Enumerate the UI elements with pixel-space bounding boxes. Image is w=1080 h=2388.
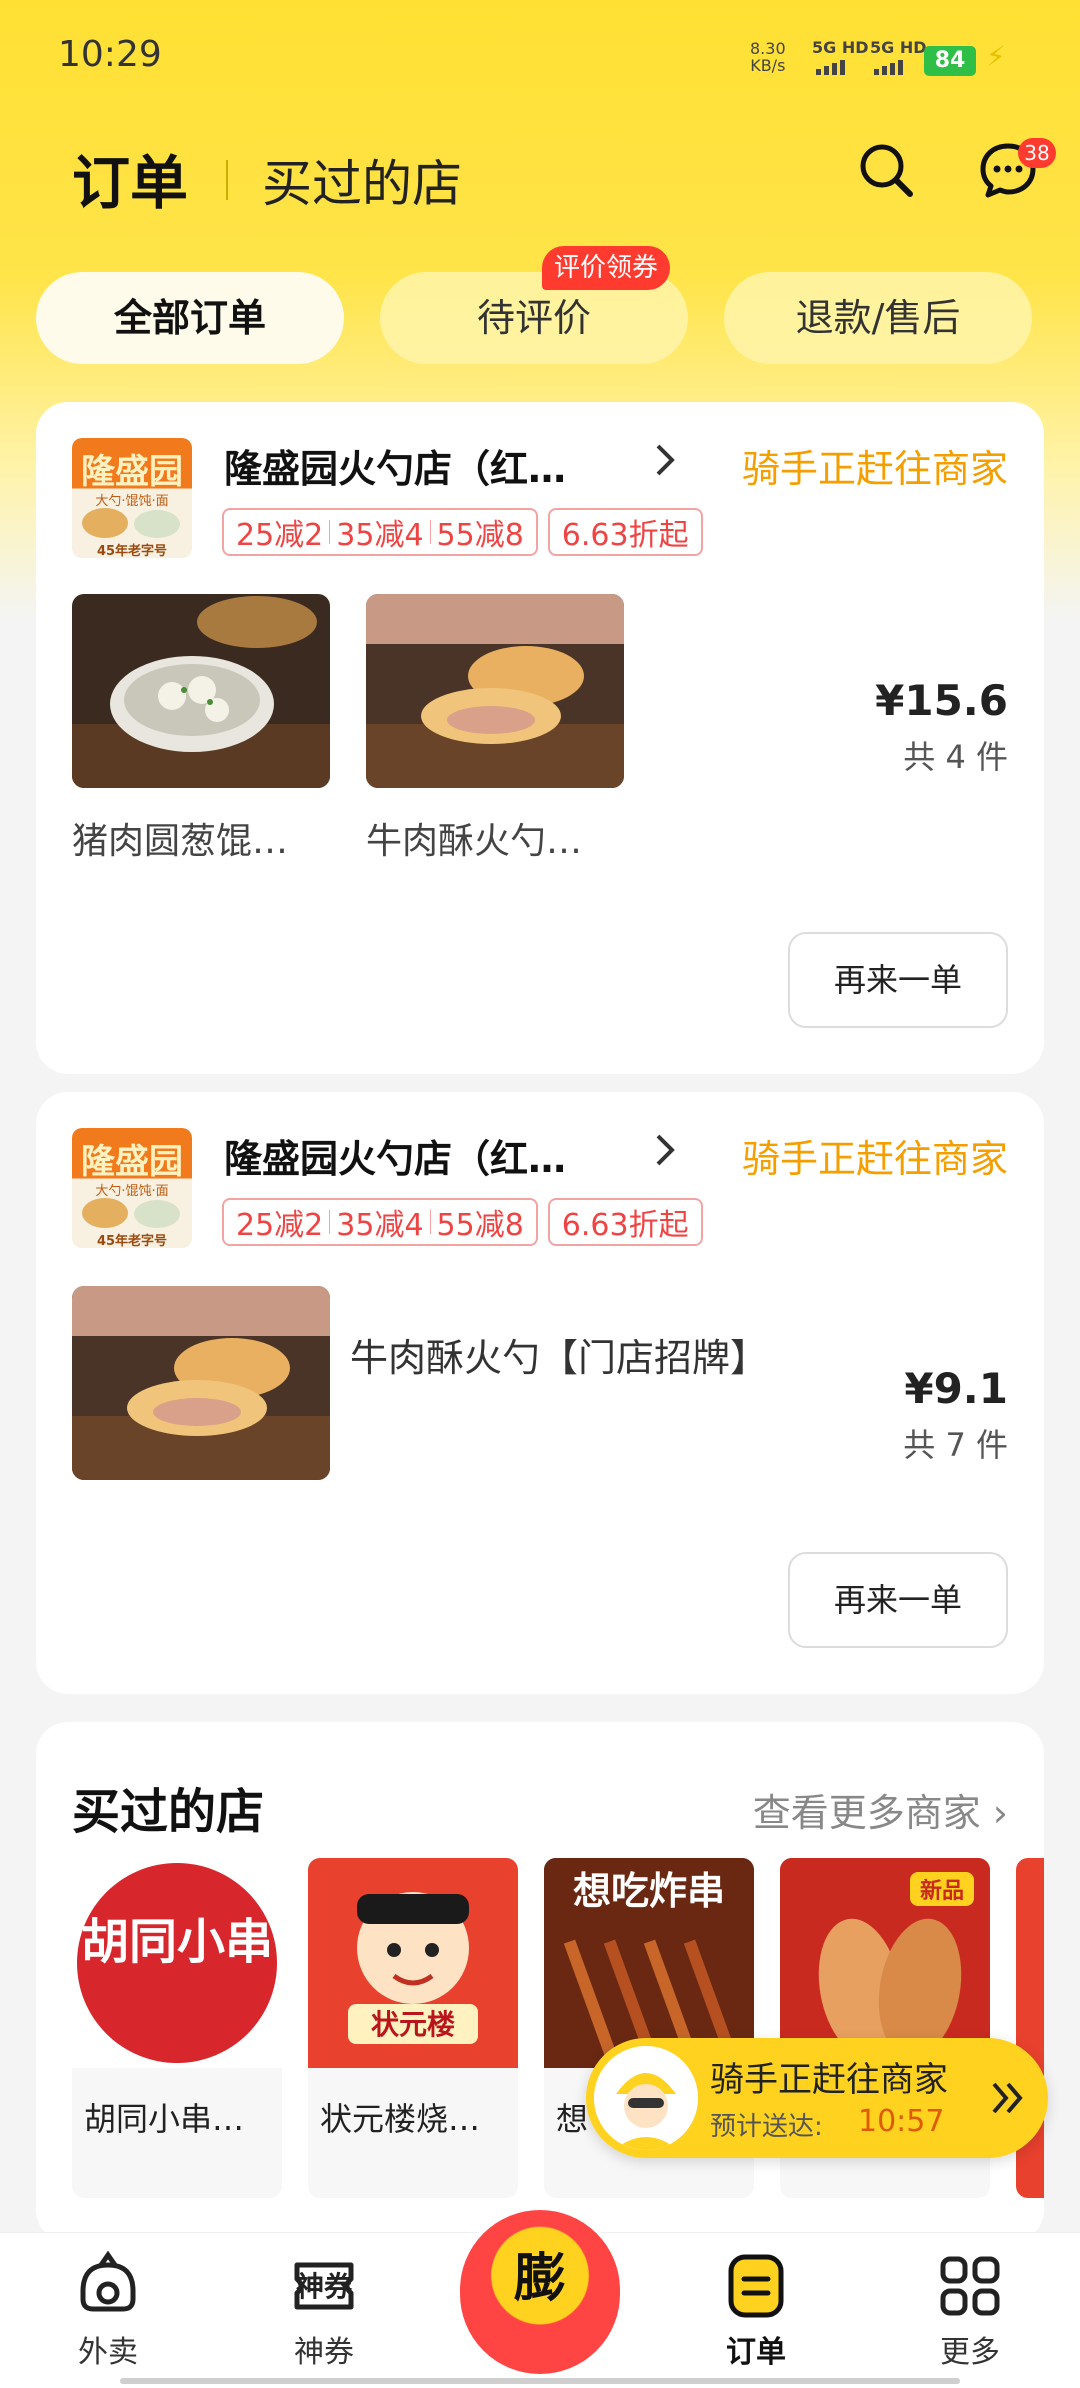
food-name: 牛肉酥火勺… xyxy=(366,821,583,862)
food-name: 猪肉圆葱馄… xyxy=(72,821,289,862)
section-title: 买过的店 xyxy=(72,1784,265,1840)
shop-logo-text: 想吃炸串 xyxy=(573,1869,725,1913)
shop-logo[interactable]: 隆盛园 大勺·馄饨·面 45年老字号 xyxy=(72,438,192,558)
tab-refund[interactable]: 退款/售后 xyxy=(724,272,1032,364)
battery-indicator: 84 xyxy=(924,46,976,76)
coupon-icon-text: 神券 xyxy=(296,2270,353,2303)
promo-center-icon: 膨 xyxy=(513,2249,566,2309)
shop-logo-text: 胡同小串 xyxy=(81,1914,273,1970)
order-status: 骑手正赶往商家 xyxy=(741,1137,1008,1181)
message-badge: 38 xyxy=(1018,138,1056,168)
nav-more[interactable]: 更多 xyxy=(900,2251,1040,2381)
more-shops-link[interactable]: 查看更多商家 › xyxy=(753,1782,1008,1837)
nav-orders[interactable]: 订单 xyxy=(686,2251,826,2381)
status-time: 10:29 xyxy=(58,34,162,75)
double-chevron-right-icon xyxy=(992,2082,1023,2114)
signal-label-2: 5G HD xyxy=(870,38,927,57)
order-price: ¥15.6 xyxy=(875,676,1008,725)
shop-name[interactable]: 隆盛园火勺店（红… xyxy=(224,438,566,493)
bought-shops-section: 买过的店 查看更多商家 › 胡同小串 胡同小串… 状元楼 状元楼烧… 想吃炸串 … xyxy=(36,1722,1044,2242)
shop-tile[interactable]: 胡同小串 胡同小串… xyxy=(72,1858,282,2198)
nav-coupon[interactable]: 神券 神券 xyxy=(254,2251,394,2381)
order-quantity: 共 4 件 xyxy=(903,738,1008,776)
rider-status-title: 骑手正赶往商家 xyxy=(710,2060,948,2100)
chevron-right-icon: › xyxy=(992,1791,1008,1835)
page-header: 订单 买过的店 xyxy=(0,130,1080,230)
shop-logo: 想吃炸串 xyxy=(544,1858,754,2068)
food-description: 牛肉酥火勺【门店招牌】 xyxy=(350,1336,769,1380)
orders-icon xyxy=(728,2254,784,2318)
shop-logo: 状元楼 xyxy=(308,1858,518,2068)
reorder-button[interactable]: 再来一单 xyxy=(788,1552,1008,1648)
status-bar: 10:29 8.30 KB/s 5G HD 5G HD 84 ⚡ xyxy=(0,0,1080,110)
rider-avatar xyxy=(594,2046,698,2150)
shop-tile[interactable]: 状元楼 状元楼烧… xyxy=(308,1858,518,2198)
shop-logo[interactable]: 隆盛园 大勺·馄饨·面 45年老字号 xyxy=(72,1128,192,1248)
food-image-wonton[interactable] xyxy=(72,594,330,788)
discount-tag: 6.63折起 xyxy=(547,1198,703,1246)
more-grid-icon xyxy=(940,2256,1000,2316)
signal-bars-2-icon xyxy=(874,60,903,75)
signal-label-1: 5G HD xyxy=(812,38,869,57)
shop-logo-text: 状元楼 xyxy=(371,2008,455,2041)
tab-all-orders[interactable]: 全部订单 xyxy=(36,272,344,364)
coupon-icon: 神券 xyxy=(294,2262,354,2310)
charging-icon: ⚡ xyxy=(986,40,1006,73)
food-image-pastry[interactable] xyxy=(366,594,624,788)
chevron-right-icon[interactable] xyxy=(650,1130,680,1170)
discount-tag: 6.63折起 xyxy=(547,508,703,556)
rider-status-float[interactable]: 骑手正赶往商家 预计送达: 10:57 xyxy=(586,2038,1048,2158)
home-indicator[interactable] xyxy=(120,2378,960,2384)
search-icon[interactable] xyxy=(856,140,916,200)
takeout-icon xyxy=(80,2251,136,2312)
net-speed: 8.30 KB/s xyxy=(750,39,786,75)
nav-promo-center[interactable]: 膨 xyxy=(456,2206,624,2378)
shop-logo-text: 新品 xyxy=(920,1878,964,1904)
promo-group: 25减2 35减4 55减8 xyxy=(222,508,538,556)
promo-group: 25减2 35减4 55减8 xyxy=(222,1198,538,1246)
header-divider xyxy=(226,160,228,200)
shop-tile-name: 想 xyxy=(556,2100,589,2138)
shop-tile-name: 状元楼烧… xyxy=(320,2100,481,2138)
shop-logo: 新品 xyxy=(780,1858,990,2068)
eta-time: 10:57 xyxy=(858,2104,945,2139)
order-status: 骑手正赶往商家 xyxy=(741,447,1008,491)
chevron-right-icon[interactable] xyxy=(650,440,680,480)
page-title: 订单 xyxy=(72,149,189,217)
signal-bars-1-icon xyxy=(816,60,845,75)
nav-takeout[interactable]: 外卖 xyxy=(38,2251,178,2381)
reorder-button[interactable]: 再来一单 xyxy=(788,932,1008,1028)
order-card[interactable]: 隆盛园 大勺·馄饨·面 45年老字号 隆盛园火勺店（红… 骑手正赶往商家 25减… xyxy=(36,402,1044,1074)
eta-label: 预计送达: xyxy=(710,2112,823,2142)
bought-shops-link[interactable]: 买过的店 xyxy=(262,144,462,216)
order-quantity: 共 7 件 xyxy=(903,1426,1008,1464)
order-price: ¥9.1 xyxy=(904,1364,1008,1413)
promo-tags: 25减2 35减4 55减8 6.63折起 xyxy=(222,508,703,556)
order-card[interactable]: 隆盛园 大勺·馄饨·面 45年老字号 隆盛园火勺店（红… 骑手正赶往商家 25减… xyxy=(36,1092,1044,1694)
shop-name[interactable]: 隆盛园火勺店（红… xyxy=(224,1128,566,1183)
food-image-pastry[interactable] xyxy=(72,1286,330,1480)
promo-tags: 25减2 35减4 55减8 6.63折起 xyxy=(222,1198,703,1246)
shop-logo: 胡同小串 xyxy=(72,1858,282,2068)
shop-tile-name: 胡同小串… xyxy=(84,2100,245,2138)
review-coupon-badge: 评价领券 xyxy=(542,246,671,290)
order-tabs: 全部订单 待评价 退款/售后 xyxy=(36,272,1044,368)
